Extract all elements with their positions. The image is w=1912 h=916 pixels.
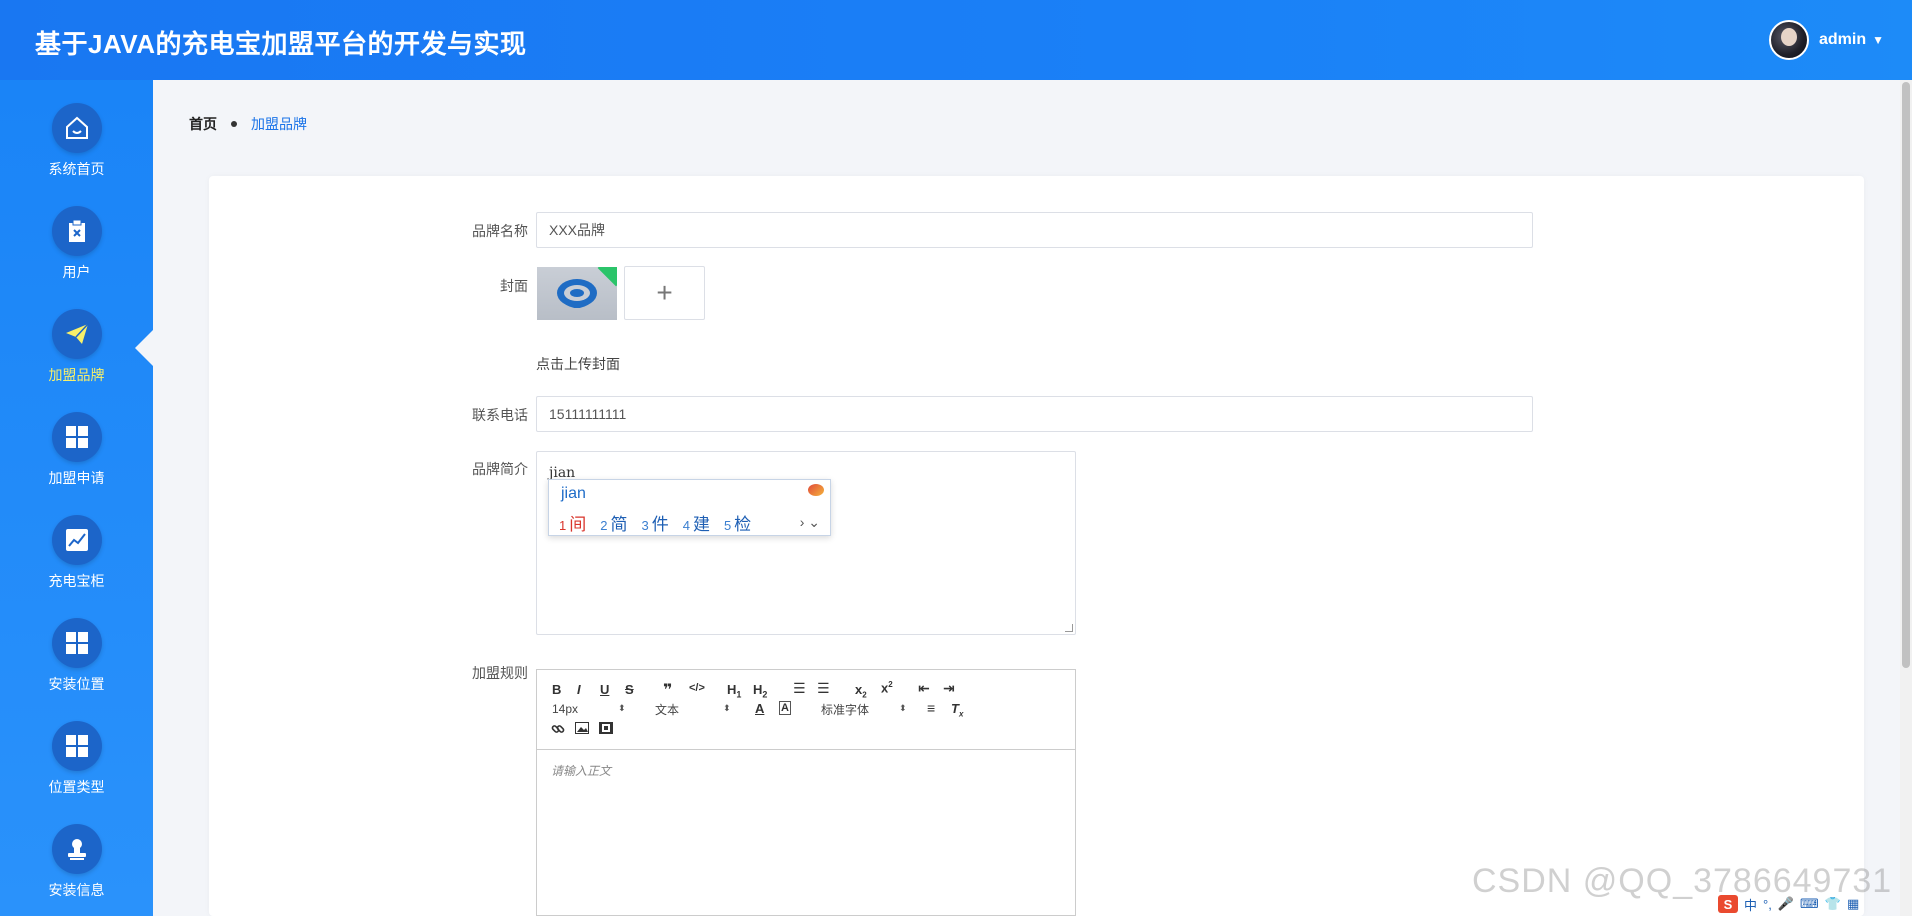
ime-candidate[interactable]: 3件 bbox=[641, 510, 668, 535]
punctuation-icon[interactable]: °, bbox=[1763, 897, 1772, 912]
sidebar-item-label: 位置类型 bbox=[48, 779, 105, 795]
intro-label: 品牌简介 bbox=[472, 461, 528, 477]
sidebar-item-install-location[interactable]: 安装位置 bbox=[0, 618, 153, 718]
bullet-list-icon[interactable]: ☰ bbox=[817, 680, 830, 697]
blockquote-icon[interactable]: ❞ bbox=[663, 680, 672, 700]
background-color-icon[interactable]: A bbox=[779, 701, 791, 715]
clipboard-icon bbox=[51, 206, 102, 256]
upload-plus-button[interactable]: + bbox=[624, 266, 705, 320]
rich-text-editor: B I U S ❞ </> H1 H2 ☰ ☰ x2 x2 ⇤ ⇥ 14px ⬍ … bbox=[536, 669, 1076, 916]
sidebar-item-install-info[interactable]: 安装信息 bbox=[0, 824, 153, 916]
underline-icon[interactable]: U bbox=[600, 682, 609, 697]
clear-format-icon[interactable]: Tx bbox=[951, 701, 963, 719]
font-family-select[interactable]: 标准字体 ⬍ bbox=[821, 701, 911, 718]
microphone-icon[interactable]: 🎤 bbox=[1778, 896, 1794, 912]
username[interactable]: admin bbox=[1819, 31, 1866, 49]
sidebar-item-label: 用户 bbox=[62, 264, 91, 280]
sidebar-item-location-type[interactable]: 位置类型 bbox=[0, 721, 153, 821]
sidebar-item-label: 加盟品牌 bbox=[48, 367, 105, 383]
ime-candidate-popup: jian 1间 2简 3件 4建 5检 › ⌄ bbox=[548, 479, 831, 536]
avatar[interactable] bbox=[1768, 20, 1809, 60]
brand-name-label: 品牌名称 bbox=[472, 223, 528, 239]
outdent-icon[interactable]: ⇤ bbox=[918, 680, 930, 697]
sidebar-item-cabinets[interactable]: 充电宝柜 bbox=[0, 515, 153, 615]
breadcrumb-home[interactable]: 首页 bbox=[189, 114, 217, 134]
code-icon[interactable]: </> bbox=[689, 682, 705, 694]
phone-input[interactable]: 15111111111 bbox=[536, 396, 1533, 432]
app-title: 基于JAVA的充电宝加盟平台的开发与实现 bbox=[35, 29, 527, 59]
sidebar-item-home[interactable]: 系统首页 bbox=[0, 103, 153, 203]
ime-candidate[interactable]: 1间 bbox=[559, 510, 586, 535]
heading1-icon[interactable]: H1 bbox=[727, 682, 741, 700]
top-header: 基于JAVA的充电宝加盟平台的开发与实现 admin ▼ bbox=[0, 0, 1912, 80]
align-icon[interactable]: ≡ bbox=[927, 700, 935, 716]
subscript-icon[interactable]: x2 bbox=[855, 682, 867, 700]
ime-candidates: 1间 2简 3件 4建 5检 bbox=[559, 510, 765, 535]
sogou-logo-icon[interactable]: S bbox=[1718, 895, 1738, 913]
font-size-select[interactable]: 14px ⬍ bbox=[552, 702, 632, 716]
italic-icon[interactable]: I bbox=[577, 682, 581, 697]
sidebar-item-users[interactable]: 用户 bbox=[0, 206, 153, 306]
link-icon[interactable] bbox=[551, 722, 565, 739]
sidebar-item-label: 充电宝柜 bbox=[48, 573, 105, 589]
sidebar-item-brands[interactable]: 加盟品牌 bbox=[0, 309, 153, 409]
breadcrumb-current[interactable]: 加盟品牌 bbox=[251, 114, 307, 134]
caret-down-icon[interactable]: ▼ bbox=[1872, 33, 1884, 47]
indent-icon[interactable]: ⇥ bbox=[943, 680, 955, 697]
ime-candidate[interactable]: 2简 bbox=[600, 510, 627, 535]
sidebar-item-label: 加盟申请 bbox=[48, 470, 105, 486]
chart-icon bbox=[51, 515, 102, 565]
skin-icon[interactable]: 👕 bbox=[1825, 896, 1841, 912]
ime-lang-toggle[interactable]: 中 bbox=[1744, 895, 1757, 914]
brand-name-input[interactable]: XXX品牌 bbox=[536, 212, 1533, 248]
sidebar-item-label: 安装位置 bbox=[48, 676, 105, 692]
video-icon[interactable] bbox=[599, 722, 613, 737]
ime-logo-icon bbox=[808, 484, 824, 496]
breadcrumb: 首页 加盟品牌 bbox=[189, 114, 307, 134]
page-scrollbar-thumb[interactable] bbox=[1902, 82, 1910, 668]
cover-label: 封面 bbox=[500, 278, 528, 294]
home-icon bbox=[51, 103, 102, 153]
image-icon[interactable] bbox=[575, 722, 589, 737]
user-menu[interactable]: admin ▼ bbox=[1768, 20, 1884, 60]
ordered-list-icon[interactable]: ☰ bbox=[793, 680, 806, 697]
ime-tray: S 中 °, 🎤 ⌨ 👕 ▦ bbox=[1718, 894, 1859, 914]
strikethrough-icon[interactable]: S bbox=[625, 682, 634, 697]
paper-plane-icon bbox=[51, 309, 102, 359]
cover-upload-hint: 点击上传封面 bbox=[536, 356, 620, 372]
keyboard-icon[interactable]: ⌨ bbox=[1800, 896, 1819, 912]
ime-candidate[interactable]: 5检 bbox=[724, 510, 751, 535]
resize-handle[interactable] bbox=[1065, 624, 1073, 632]
heading2-icon[interactable]: H2 bbox=[753, 682, 767, 700]
sidebar-item-applications[interactable]: 加盟申请 bbox=[0, 412, 153, 512]
cover-thumbnail[interactable] bbox=[537, 267, 617, 320]
grid-icon bbox=[51, 721, 102, 771]
editor-placeholder[interactable]: 请输入正文 bbox=[551, 762, 611, 779]
breadcrumb-separator bbox=[231, 121, 237, 127]
superscript-icon[interactable]: x2 bbox=[881, 680, 893, 695]
editor-toolbar: B I U S ❞ </> H1 H2 ☰ ☰ x2 x2 ⇤ ⇥ 14px ⬍ … bbox=[537, 670, 1075, 750]
bold-icon[interactable]: B bbox=[552, 682, 561, 697]
grid-icon bbox=[51, 618, 102, 668]
ime-pinyin: jian bbox=[561, 485, 586, 502]
rules-label: 加盟规则 bbox=[472, 665, 528, 681]
toolbox-icon[interactable]: ▦ bbox=[1847, 896, 1859, 912]
grid-icon bbox=[51, 412, 102, 462]
stamp-icon bbox=[51, 824, 102, 874]
ime-candidate[interactable]: 4建 bbox=[683, 510, 710, 535]
font-color-icon[interactable]: A bbox=[755, 701, 764, 716]
paragraph-select[interactable]: 文本 ⬍ bbox=[655, 701, 735, 718]
sidebar-item-label: 安装信息 bbox=[48, 882, 105, 898]
ime-page-next-icon[interactable]: › ⌄ bbox=[800, 514, 820, 531]
sidebar-item-label: 系统首页 bbox=[48, 161, 105, 177]
phone-label: 联系电话 bbox=[472, 407, 528, 423]
